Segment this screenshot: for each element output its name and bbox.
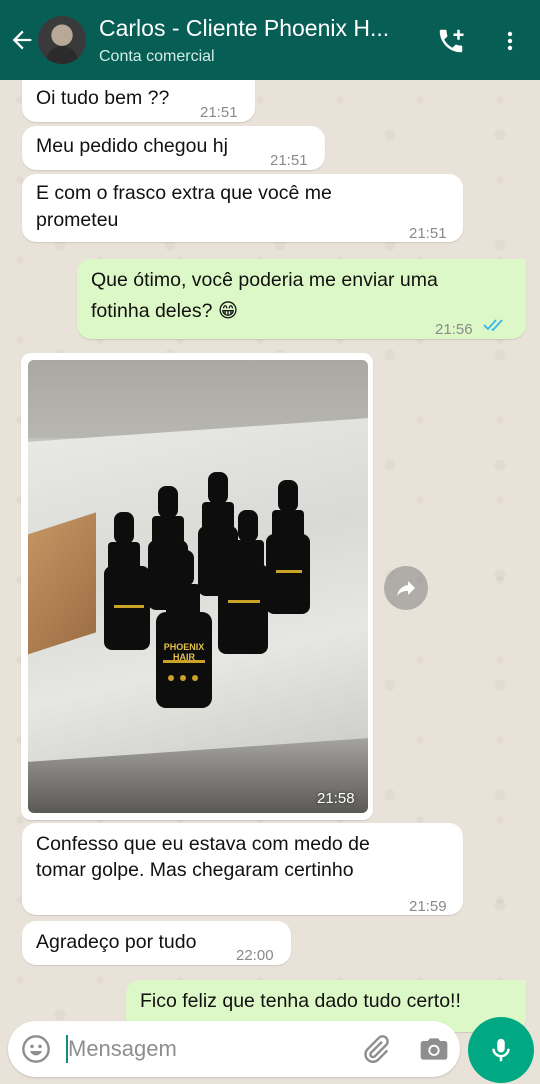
message-bubble[interactable]: Agradeço por tudo 22:00 — [22, 921, 291, 965]
label-phoenix: PHOENIX — [164, 642, 205, 652]
contact-name[interactable]: Carlos - Cliente Phoenix H... — [99, 15, 417, 42]
message-text-line2: tomar golpe. Mas chegaram certinho — [36, 859, 354, 881]
label-hair: HAIR — [173, 652, 195, 662]
message-text: Agradeço por tudo — [36, 931, 197, 953]
paperclip-icon[interactable] — [360, 1033, 392, 1065]
message-text-line2: fotinha deles? 😁 — [91, 300, 239, 322]
message-composer — [8, 1021, 460, 1077]
voice-message-button[interactable] — [468, 1017, 534, 1083]
message-time: 21:56 — [435, 321, 473, 338]
message-bubble[interactable]: Confesso que eu estava com medo de tomar… — [22, 823, 463, 915]
camera-icon[interactable] — [418, 1033, 450, 1065]
contact-status: Conta comercial — [99, 48, 215, 65]
message-time: 21:59 — [409, 898, 447, 915]
message-text: Oi tudo bem ?? — [36, 87, 170, 109]
message-text-line1: Que ótimo, você poderia me enviar uma — [91, 269, 438, 291]
message-bubble-outgoing[interactable]: Que ótimo, você poderia me enviar uma fo… — [77, 259, 526, 339]
message-time: 21:51 — [409, 225, 447, 242]
read-ticks-icon — [483, 319, 503, 332]
bottles-illustration: PHOENIX HAIR — [104, 472, 310, 708]
message-text-line1: Confesso que eu estava com medo de — [36, 833, 370, 855]
message-time: 21:51 — [270, 152, 308, 169]
message-text: Fico feliz que tenha dado tudo certo!! — [140, 990, 461, 1012]
product-photo[interactable]: PHOENIX HAIR — [28, 360, 368, 813]
message-text-line1: E com o frasco extra que você me — [36, 182, 332, 204]
emoji-icon[interactable] — [20, 1033, 52, 1065]
back-arrow-icon[interactable] — [8, 26, 36, 54]
chat-header: Carlos - Cliente Phoenix H... Conta come… — [0, 0, 540, 80]
image-time: 21:58 — [317, 790, 355, 807]
message-text-line2: prometeu — [36, 209, 119, 231]
more-options-icon[interactable] — [498, 26, 522, 56]
add-call-icon[interactable] — [436, 26, 466, 56]
contact-avatar[interactable] — [38, 16, 86, 64]
message-bubble[interactable]: E com o frasco extra que você me promete… — [22, 174, 463, 242]
message-bubble[interactable]: Meu pedido chegou hj 21:51 — [22, 126, 325, 170]
forward-icon — [397, 581, 415, 596]
message-bubble[interactable]: Oi tudo bem ?? 21:51 — [22, 80, 255, 122]
forward-button[interactable] — [384, 566, 428, 610]
message-time: 21:51 — [200, 104, 238, 121]
message-time: 22:00 — [236, 947, 274, 964]
microphone-icon — [492, 1038, 510, 1062]
message-input[interactable] — [68, 1031, 348, 1067]
message-text: Meu pedido chegou hj — [36, 135, 228, 157]
